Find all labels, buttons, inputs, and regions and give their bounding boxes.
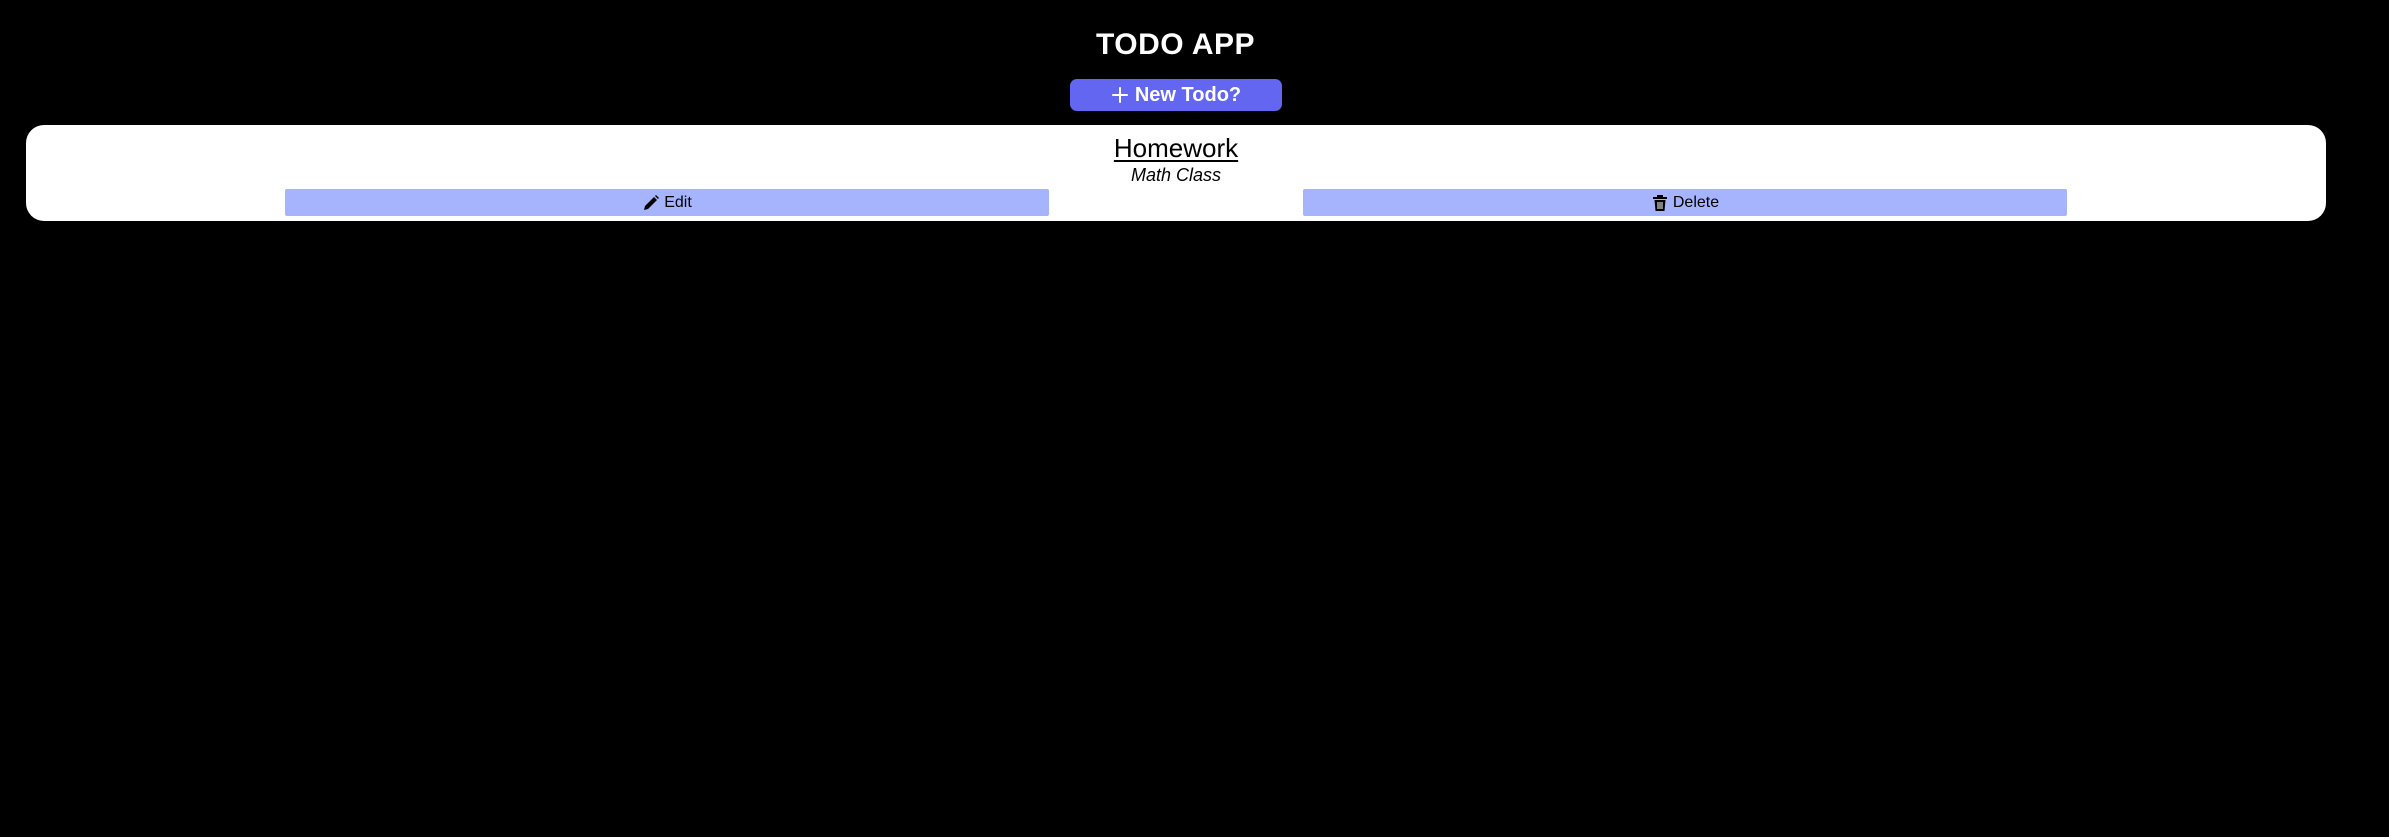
- todo-description: Math Class: [1130, 165, 1222, 185]
- trash-icon: [1651, 194, 1669, 212]
- edit-label: Edit: [664, 193, 692, 211]
- delete-label: Delete: [1672, 193, 1720, 211]
- new-todo-label: New Todo?: [1134, 83, 1242, 106]
- pencil-icon: [642, 194, 660, 212]
- new-todo-button[interactable]: New Todo?: [1070, 79, 1282, 111]
- todo-title: Homework: [1113, 133, 1239, 163]
- todo-card: Homework Math Class Edit Delete: [26, 125, 2326, 221]
- plus-icon: [1111, 86, 1129, 104]
- page-title: TODO APP: [1095, 28, 1256, 61]
- todo-app: TODO APP New Todo? Homework Math Class E…: [0, 0, 2389, 837]
- delete-button[interactable]: Delete: [1303, 189, 2067, 216]
- edit-button[interactable]: Edit: [285, 189, 1049, 216]
